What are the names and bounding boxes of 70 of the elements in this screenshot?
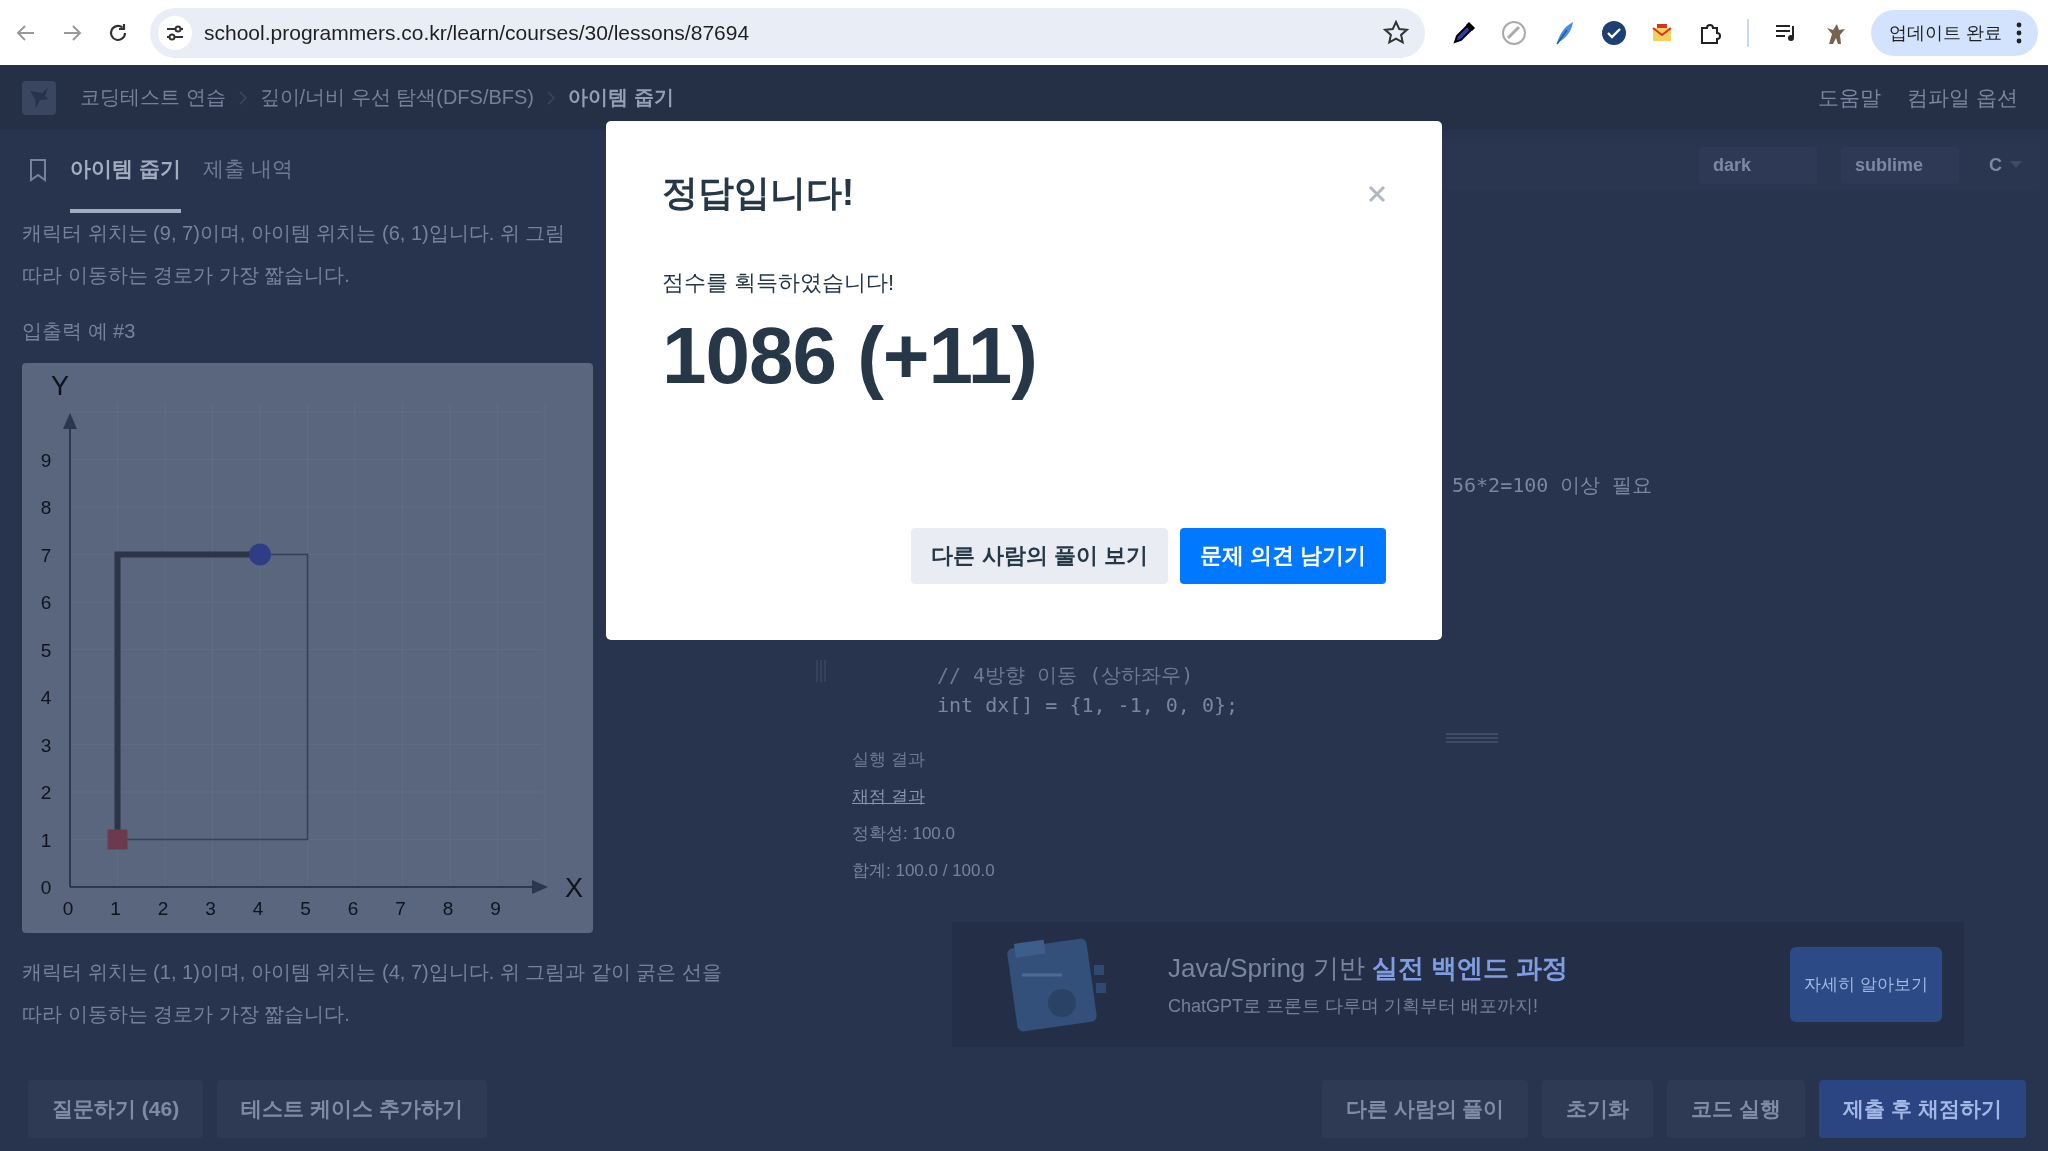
footer-button[interactable]: 다른 사람의 풀이 xyxy=(1321,1079,1529,1138)
axis-label: Y xyxy=(51,371,69,401)
chevron-icon xyxy=(237,89,248,106)
axis-tick-label: 8 xyxy=(442,898,454,919)
bookmark-icon[interactable] xyxy=(28,158,48,182)
result-text: 합계: 100.0 / 100.0 xyxy=(852,860,995,882)
axis-label: X xyxy=(565,873,583,903)
promo-banner[interactable]: Java/Spring 기반 실전 백엔드 과정 ChatGPT로 프론트 다루며 기획부터 배포까지! 자세히 알아보기 xyxy=(952,922,1964,1047)
axis-tick-label: 5 xyxy=(300,898,311,919)
footer-button[interactable]: 초기화 xyxy=(1542,1079,1654,1138)
breadcrumb-link[interactable]: 깊이/너비 우선 탐색(DFS/BFS) xyxy=(259,84,534,111)
footer-button[interactable]: 테스트 케이스 추가하기 xyxy=(217,1079,487,1138)
axis-tick-label: 1 xyxy=(110,898,121,919)
check-icon[interactable] xyxy=(1601,19,1627,46)
tab[interactable]: 아이템 줍기 xyxy=(70,130,181,213)
axis-tick-label: 2 xyxy=(157,898,169,919)
footer-button[interactable]: 질문하기 (46) xyxy=(28,1079,204,1138)
axis-tick-label: 6 xyxy=(40,592,52,613)
axis-tick-label: 1 xyxy=(40,829,52,851)
result-tab[interactable]: 채점 결과 xyxy=(852,785,925,808)
dialog-message: 점수를 획득하였습니다! xyxy=(662,269,896,297)
axis-tick-label: 0 xyxy=(40,877,52,898)
footer-button[interactable]: 코드 실행 xyxy=(1667,1079,1806,1138)
more-icon[interactable] xyxy=(2016,21,2022,44)
language-select[interactable]: C xyxy=(1983,146,2028,184)
axis-tick-label: 7 xyxy=(395,898,406,919)
url-text: school.programmers.co.kr/learn/courses/30/lessons/87694 xyxy=(204,20,751,45)
problem-text: 캐릭터 위치는 (9, 7)이며, 아이템 위치는 (6, 1)입니다. 위 그림 따라 이동하는 경로가 가장 짧습니다. xyxy=(22,221,566,288)
dialog-button[interactable]: 문제 의견 남기기 xyxy=(1179,528,1386,584)
banner-subtitle: ChatGPT로 프론트 다루며 기획부터 배포까지! xyxy=(1168,995,1540,1018)
breadcrumb-link[interactable]: 아이템 줍기 xyxy=(568,84,674,111)
update-button[interactable]: 업데이트 완료 xyxy=(1871,9,2038,56)
theme-select[interactable]: sublime xyxy=(1841,146,1959,184)
axis-tick-label: 3 xyxy=(40,734,52,756)
footer-button[interactable]: 제출 후 채점하기 xyxy=(1819,1079,2026,1138)
axis-tick-label: 9 xyxy=(490,898,501,919)
result-text: 정확성: 100.0 xyxy=(852,823,955,845)
axis-tick-label: 5 xyxy=(40,639,52,661)
code-comment: // 4방향 이동 (상하좌우) xyxy=(936,662,1195,689)
axis-tick-label: 4 xyxy=(252,898,264,919)
mail-icon[interactable] xyxy=(1651,21,1673,44)
banner-title: Java/Spring 기반 실전 백엔드 과정 xyxy=(1168,952,1570,985)
score-text: 1086 (+11) xyxy=(662,310,1038,402)
theme-select[interactable]: dark xyxy=(1699,146,1817,184)
header-link[interactable]: 도움말 xyxy=(1818,83,1882,112)
section-heading: 입출력 예 #3 xyxy=(22,319,136,344)
code-line: int dx[] = {1, -1, 0, 0}; xyxy=(936,692,1240,719)
axis-tick-label: 3 xyxy=(205,898,216,919)
character-marker xyxy=(107,829,128,850)
axis-tick-label: 9 xyxy=(40,449,52,471)
eyedropper-icon[interactable] xyxy=(1451,19,1477,46)
axis-tick-label: 2 xyxy=(40,782,52,803)
problem-text: 캐릭터 위치는 (1, 1)이며, 아이템 위치는 (4, 7)입니다. 위 그림과 같이 굵은 선을 따라 이동하는 경로가 가장 짧습니다. xyxy=(22,960,723,1027)
item-marker xyxy=(249,543,271,566)
breadcrumb-link[interactable]: 코딩테스트 연습 xyxy=(80,84,226,111)
axis-tick-label: 0 xyxy=(62,898,74,919)
header-link[interactable]: 컴파일 옵션 xyxy=(1907,83,2018,112)
chevron-icon xyxy=(546,89,556,106)
star-icon[interactable] xyxy=(1383,19,1409,46)
axis-tick-label: 8 xyxy=(40,497,52,518)
result-tab[interactable]: 실행 결과 xyxy=(852,748,925,771)
dialog-title: 정답입니다! xyxy=(662,171,854,215)
axis-tick-label: 7 xyxy=(40,544,52,566)
tab[interactable]: 제출 내역 xyxy=(202,130,293,213)
axis-tick-label: 6 xyxy=(347,898,359,919)
code-line: 56*2=100 이상 필요 xyxy=(1451,472,1654,499)
dialog-button[interactable]: 다른 사람의 풀이 보기 xyxy=(911,528,1168,584)
learn-more-button[interactable]: 자세히 알아보기 xyxy=(1790,947,1942,1022)
axis-tick-label: 4 xyxy=(40,687,52,708)
address-bar[interactable]: school.programmers.co.kr/learn/courses/30/lessons/87694 xyxy=(150,7,1425,58)
